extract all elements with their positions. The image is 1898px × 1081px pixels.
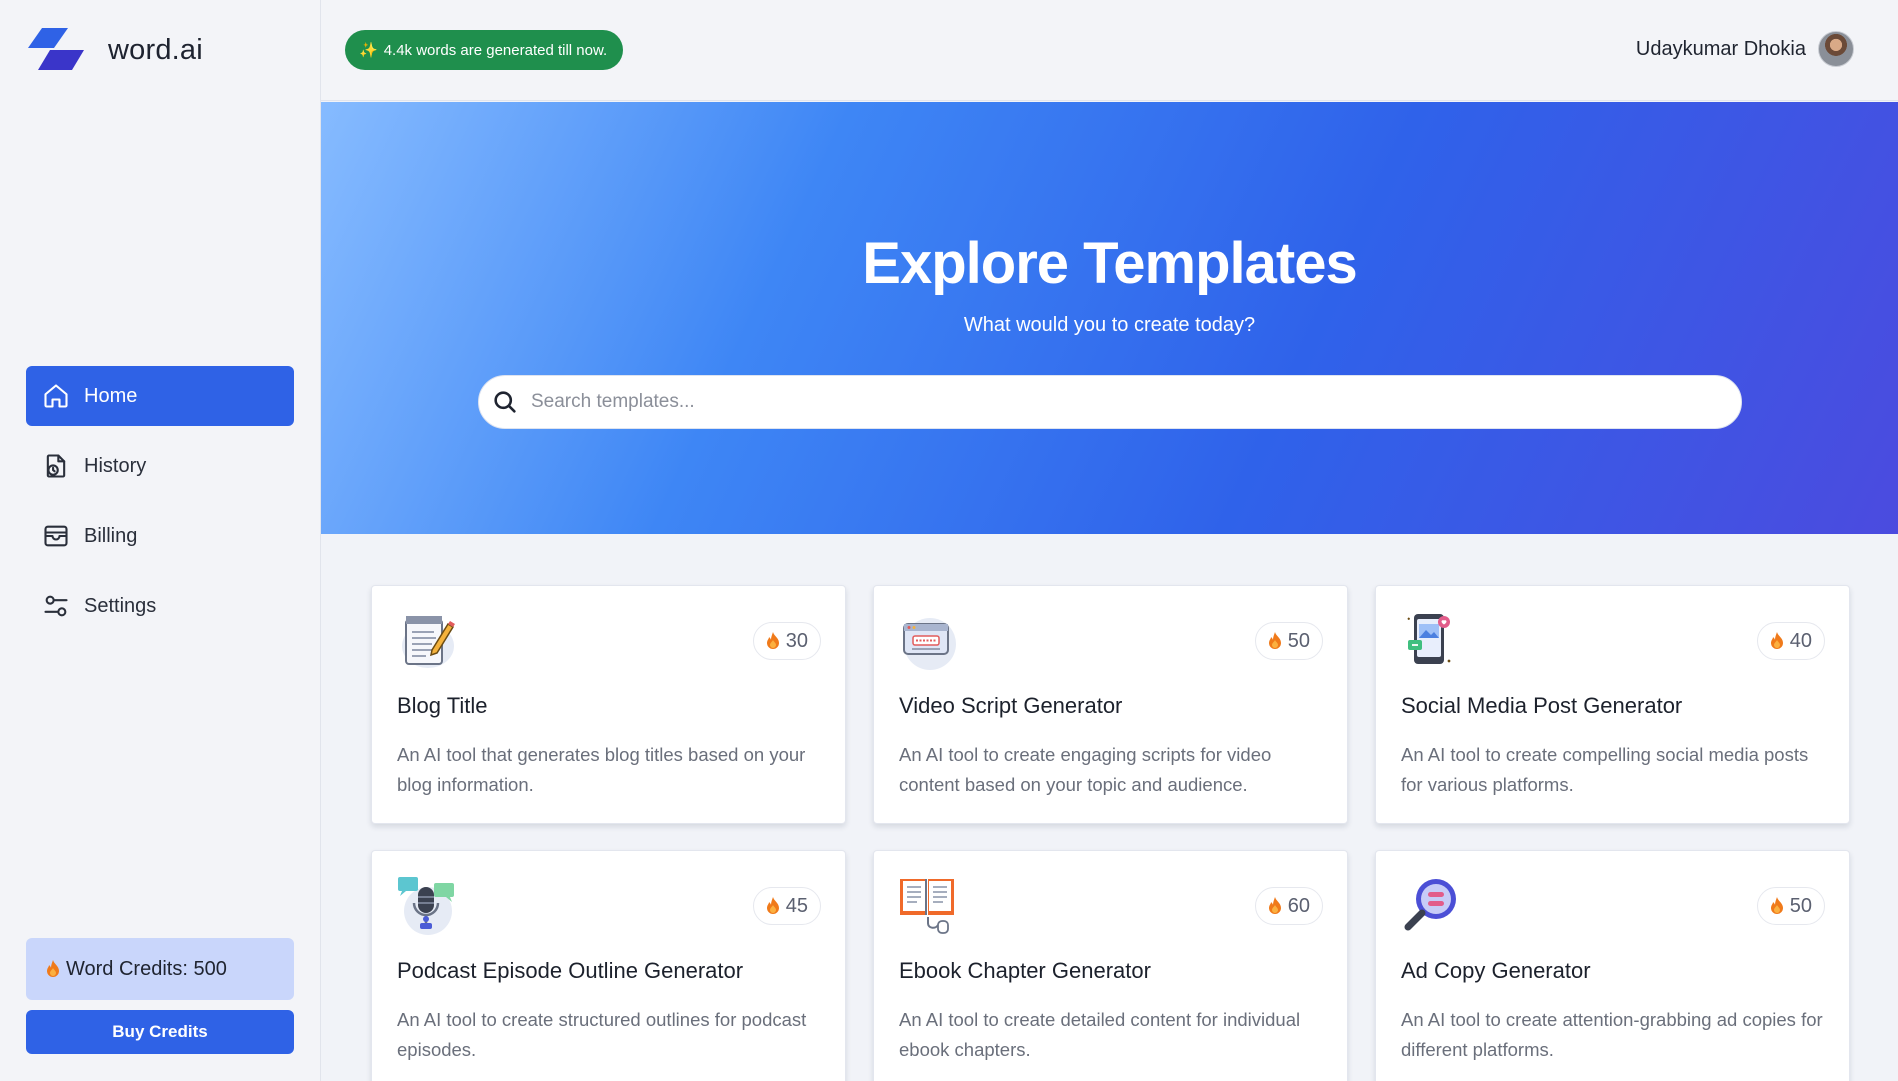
template-title: Blog Title [397,693,488,718]
user-menu[interactable]: Udaykumar Dhokia [1636,31,1854,67]
template-card-social-media-post-generator[interactable]: 40 Social Media Post Generator An AI too… [1375,585,1850,824]
hero-banner: Explore Templates What would you to crea… [321,102,1898,534]
avatar[interactable] [1818,31,1854,67]
word-ai-logo-icon [28,28,84,70]
sidebar-item-home[interactable]: Home [26,366,294,426]
credit-cost-badge: 60 [1254,887,1323,925]
template-description: An AI tool to create structured outlines… [397,1009,807,1060]
sidebar-item-billing[interactable]: Billing [26,506,294,566]
template-description: An AI tool to create engaging scripts fo… [899,744,1272,795]
template-description: An AI tool to create compelling social m… [1401,744,1809,795]
badge-text: 4.4k words are generated till now. [383,41,608,59]
brand[interactable]: word.ai [28,28,203,72]
search-icon [494,391,516,413]
credit-cost-value: 40 [1789,629,1812,652]
template-card-podcast-episode-outline-generator[interactable]: 45 Podcast Episode Outline Generator An … [371,850,846,1081]
ad-magnifier-icon [1400,875,1460,935]
template-card-ebook-chapter-generator[interactable]: 60 Ebook Chapter Generator An AI tool to… [873,850,1348,1081]
template-title: Video Script Generator [899,693,1123,718]
credit-cost-badge: 45 [752,887,821,925]
credit-cost-badge: 40 [1756,622,1825,660]
credit-cost-badge: 30 [752,622,821,660]
search-input[interactable] [531,391,1741,413]
sidebar-item-label: History [84,454,147,477]
template-title: Ad Copy Generator [1401,958,1591,983]
blog-notepad-icon [396,610,456,670]
flame-icon [1268,897,1281,914]
template-description: An AI tool to create detailed content fo… [899,1009,1301,1060]
brand-name: word.ai [108,33,203,66]
credit-cost-value: 50 [1287,629,1310,652]
flame-icon [1770,897,1783,914]
credit-cost-badge: 50 [1254,622,1323,660]
sidebar-item-history[interactable]: History [26,436,294,496]
word-credits-display: Word Credits: 500 [26,938,294,1000]
template-card-ad-copy-generator[interactable]: 50 Ad Copy Generator An AI tool to creat… [1375,850,1850,1081]
sparkles-icon: ✨ [359,42,378,59]
podcast-microphone-icon [396,875,456,935]
sidebar-item-label: Billing [84,524,138,547]
words-generated-badge: ✨ 4.4k words are generated till now. [345,30,624,70]
flame-icon [766,897,779,914]
credit-cost-badge: 50 [1756,887,1825,925]
word-credits-text: Word Credits: 500 [66,957,227,980]
billing-icon [42,522,70,550]
history-icon [42,452,70,480]
video-script-icon [898,610,958,670]
template-description: An AI tool that generates blog titles ba… [397,744,806,795]
template-title: Social Media Post Generator [1401,693,1683,718]
credit-cost-value: 50 [1789,894,1812,917]
top-header: ✨ 4.4k words are generated till now. Uda… [321,0,1898,101]
sidebar-item-label: Home [84,384,138,407]
sidebar-item-label: Settings [84,594,157,617]
page-title: Explore Templates [862,231,1357,296]
credit-cost-value: 30 [785,629,808,652]
user-name: Udaykumar Dhokia [1635,37,1806,60]
template-card-video-script-generator[interactable]: 50 Video Script Generator An AI tool to … [873,585,1348,824]
search-bar[interactable] [478,375,1742,429]
flame-icon [47,960,59,977]
credit-cost-value: 60 [1287,894,1310,917]
social-media-phone-icon [1400,610,1460,670]
page-subtitle: What would you to create today? [963,314,1256,336]
template-card-blog-title[interactable]: 30 Blog Title An AI tool that generates … [371,585,846,824]
flame-icon [1770,632,1783,649]
settings-icon [42,592,70,620]
template-title: Podcast Episode Outline Generator [397,958,744,983]
sidebar-nav: Home History Billing Settings [26,366,294,646]
template-title: Ebook Chapter Generator [899,958,1151,983]
template-description: An AI tool to create attention-grabbing … [1401,1009,1823,1060]
flame-icon [1268,632,1281,649]
buy-credits-button[interactable]: Buy Credits [26,1010,294,1054]
sidebar-item-settings[interactable]: Settings [26,576,294,636]
sidebar: word.ai Home History Billing Settings Wo… [0,0,321,1081]
home-icon [42,382,70,410]
flame-icon [766,632,779,649]
ebook-icon [898,875,958,935]
credit-cost-value: 45 [785,894,808,917]
